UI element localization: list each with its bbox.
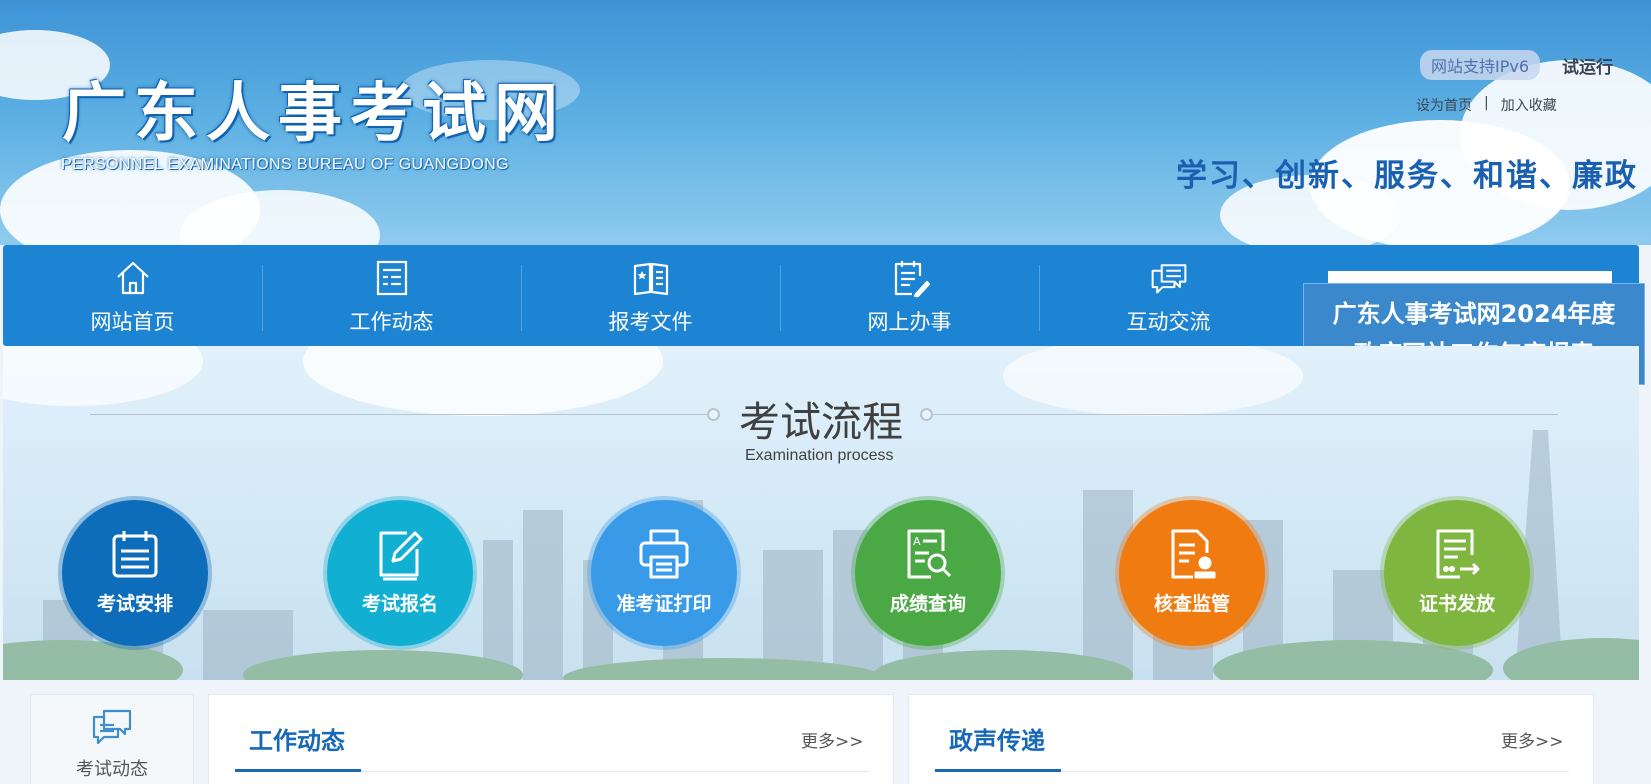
open-book-icon [633,262,668,296]
sidebar-exam-news[interactable]: 考试动态 [30,694,194,784]
nav-item-online-services[interactable]: 网上办事 [780,245,1039,346]
nav-item-label: 报考文件 [608,310,693,334]
step-certificate-issuance[interactable]: 证书发放 [1380,496,1534,650]
title-divider-dot-right [920,408,933,421]
news-list-icon [376,260,407,296]
calendar-icon [112,530,158,577]
panel-title: 政声传递 [949,727,1045,755]
nav-item-interaction[interactable]: 互动交流 [1039,245,1298,346]
nav-item-home[interactable]: 网站首页 [3,245,262,346]
panel-work-news: 工作动态 更多>> [208,694,894,784]
title-divider-dot-left [707,408,720,421]
top-links: 设为首页 | 加入收藏 [1416,95,1557,115]
nav-item-label: 网站首页 [90,310,175,334]
step-verification-supervision[interactable]: 核查监管 [1115,496,1269,650]
home-icon [116,261,149,295]
step-score-inquiry[interactable]: A 成绩查询 [851,496,1005,650]
panel-title-underline [935,769,1061,772]
panel-title: 工作动态 [249,727,345,755]
annual-report-line1: 广东人事考试网2024年度 [1332,300,1616,328]
step-exam-schedule[interactable]: 考试安排 [58,496,212,650]
step-exam-registration[interactable]: 考试报名 [323,496,477,650]
slogan: 学习、创新、服务、和谐、廉政 [1176,158,1638,194]
set-homepage-link[interactable]: 设为首页 [1416,95,1472,115]
step-label: 成绩查询 [889,592,966,615]
site-header: 广东人事考试网 PERSONNEL EXAMINATIONS BUREAU OF… [0,0,1651,245]
process-subtitle: Examination process [745,447,894,464]
sidebar-label: 考试动态 [76,759,148,780]
edit-form-icon [379,531,423,580]
step-label: 考试安排 [96,592,173,615]
nav-item-exam-documents[interactable]: 报考文件 [521,245,780,346]
step-label: 证书发放 [1418,592,1495,615]
chat-icon [92,709,132,745]
nav-item-work-news[interactable]: 工作动态 [262,245,521,346]
panel-policy-news: 政声传递 更多>> [908,694,1594,784]
panel-title-underline [235,769,361,772]
title-divider-left [90,414,708,415]
process-title: 考试流程 [739,398,903,446]
more-link[interactable]: 更多>> [801,727,864,752]
document-stamp-icon [1171,529,1216,578]
link-separator: | [1484,95,1489,111]
nav-item-label: 互动交流 [1126,310,1211,334]
more-link[interactable]: 更多>> [1501,727,1564,752]
search-document-icon: A [907,529,952,578]
clipboard-edit-icon [894,261,930,298]
site-logo-subtitle: PERSONNEL EXAMINATIONS BUREAU OF GUANGDO… [61,156,509,173]
certificate-issue-icon [1436,529,1480,578]
title-divider-right [928,414,1558,415]
trial-run-label: 试运行 [1562,58,1613,78]
site-logo-title[interactable]: 广东人事考试网 [62,62,566,154]
svg-text:A: A [913,535,921,548]
step-admission-ticket-print[interactable]: 准考证打印 [587,496,741,650]
printer-icon [639,529,689,578]
chat-bubbles-icon [1151,264,1186,294]
ipv6-badge: 网站支持IPv6 [1420,50,1541,80]
step-label: 核查监管 [1153,592,1230,615]
nav-item-label: 工作动态 [349,310,434,334]
step-label: 考试报名 [361,592,438,615]
nav-item-label: 网上办事 [867,310,952,334]
add-favorite-link[interactable]: 加入收藏 [1501,95,1557,115]
step-label: 准考证打印 [616,592,712,615]
